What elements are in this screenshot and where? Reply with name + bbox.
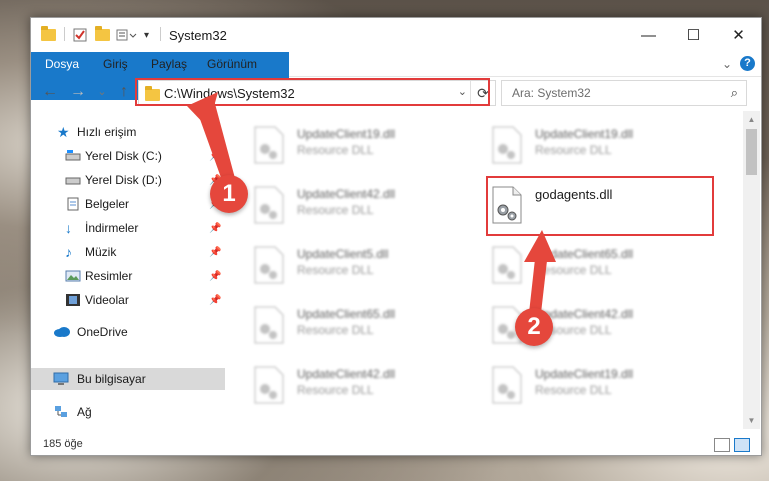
annotation-arrows: [187, 92, 556, 322]
step-2-badge: 2: [515, 308, 553, 346]
step-1-badge: 1: [210, 175, 248, 213]
